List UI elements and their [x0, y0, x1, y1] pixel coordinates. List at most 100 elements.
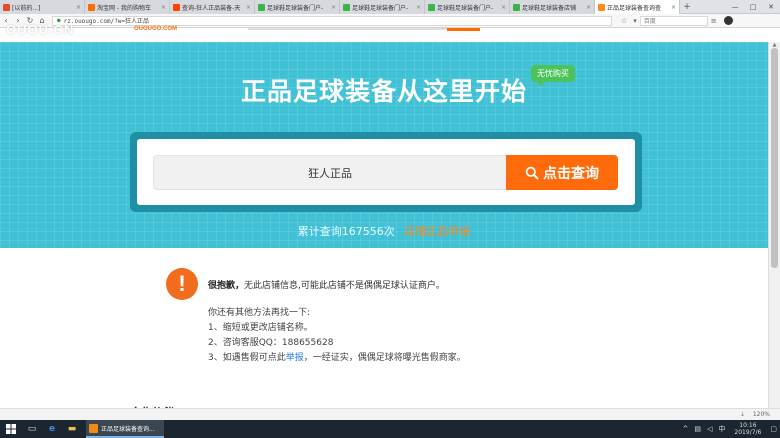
zoom-level[interactable]: 120%: [753, 411, 770, 418]
bookmark-star-icon[interactable]: ☆: [621, 17, 627, 25]
edge-icon[interactable]: e: [42, 420, 62, 438]
windows-logo-icon: [6, 424, 16, 434]
stats-suffix: 次: [383, 225, 395, 238]
scrollbar-thumb[interactable]: [771, 48, 778, 268]
browser-tab[interactable]: 足球鞋足球装备店铺 ×: [510, 0, 595, 14]
tab-favicon-icon: [513, 3, 520, 11]
notification-icon[interactable]: ▢: [770, 425, 777, 433]
search-button[interactable]: 点击查询: [506, 155, 618, 190]
browser-status-bar: ⇣ 120%: [0, 408, 780, 420]
tip-3-prefix: 3、如遇售假可点此: [208, 353, 286, 363]
warning-icon: !: [166, 268, 198, 300]
tray-arrow-icon[interactable]: ^: [683, 425, 689, 433]
customer-service-qq: 188655628: [281, 338, 334, 348]
taskbar-browser-app[interactable]: 正品足球装备查询...: [86, 420, 164, 438]
profile-avatar[interactable]: [723, 16, 733, 25]
ime-icon[interactable]: 中: [718, 424, 725, 434]
tab-title: 足球鞋足球装备门户-: [437, 4, 494, 12]
browser-tab-bar: [以前的...] × 淘宝网 - 我的购物车 × 查询-狂人正品装备-天 × 足球鞋足球装备…: [0, 0, 780, 14]
tab-title: 足球鞋足球装备门户-: [267, 4, 324, 12]
browser-tab[interactable]: 淘宝网 - 我的购物车 ×: [85, 0, 170, 14]
tab-favicon-icon: [173, 3, 180, 11]
result-message: 很抱歉，无此店铺信息,可能此店铺不是偶偶足球认证商户。: [208, 278, 445, 291]
system-tray: ^ ▤ ◁ 中 10:16 2019/7/6 ▢: [680, 422, 780, 436]
dropdown-icon[interactable]: ▾: [633, 17, 637, 25]
tab-favicon-icon: [428, 3, 435, 11]
browser-tab[interactable]: 足球鞋足球装备门户- ×: [255, 0, 340, 14]
task-view-icon[interactable]: ▭: [22, 420, 42, 438]
close-window-button[interactable]: ✕: [762, 0, 780, 13]
browser-tab[interactable]: 正品足球装备查询查 ×: [595, 0, 680, 14]
tab-title: 足球鞋足球装备门户-: [352, 4, 409, 12]
shop-search-input[interactable]: 狂人正品: [153, 155, 506, 190]
stats-count: 167556: [341, 225, 384, 238]
tab-close-icon[interactable]: ×: [584, 4, 591, 11]
tip-1: 1、缩短或更改店铺名称。: [208, 323, 313, 333]
windows-start-icon[interactable]: [0, 420, 22, 438]
search-tips: 你还有其他方法再找一下: 1、缩短或更改店铺名称。 2、咨询客服QQ：18865…: [208, 306, 466, 366]
search-engine-box[interactable]: 百度: [639, 15, 708, 26]
window-controls: — □ ✕: [726, 0, 780, 13]
tab-favicon-icon: [598, 3, 605, 11]
windows-taskbar: ▭ e ▬ 正品足球装备查询... ^ ▤ ◁ 中 10:16 2019/7/6…: [0, 420, 780, 438]
tab-favicon-icon: [88, 3, 95, 11]
hero-title: 正品足球装备从这里开始: [240, 77, 527, 106]
new-tab-button[interactable]: +: [680, 0, 694, 13]
address-bar-tools: ☆ ▾ 百度 ≡: [618, 15, 733, 26]
browser-app-icon: [89, 423, 98, 433]
tab-close-icon[interactable]: ×: [499, 4, 506, 11]
sorry-label: 很抱歉，: [208, 281, 245, 291]
clock-date: 2019/7/6: [734, 429, 762, 436]
tab-title: 足球鞋足球装备店铺: [522, 4, 577, 12]
search-input-value: 狂人正品: [308, 166, 352, 180]
search-icon: [525, 166, 539, 179]
tip-3-suffix: ，一经证实，偶偶足球将曝光售假商家。: [303, 353, 466, 363]
taskbar-app-title: 正品足球装备查询...: [101, 425, 155, 433]
tab-favicon-icon: [3, 3, 10, 11]
search-engine-label: 百度: [643, 18, 656, 25]
url-input[interactable]: ● rz.ouougo.com/?w=狂人正品: [52, 15, 612, 26]
browser-tab[interactable]: 足球鞋足球装备门户- ×: [425, 0, 510, 14]
report-link[interactable]: 举报: [286, 353, 304, 363]
volume-icon[interactable]: ◁: [707, 425, 712, 433]
address-bar: ‹ › ↻ ⌂ ● rz.ouougo.com/?w=狂人正品 ☆ ▾ 百度 ≡: [0, 14, 780, 28]
search-button-label: 点击查询: [543, 165, 599, 182]
maximize-button[interactable]: □: [744, 0, 762, 13]
vertical-scrollbar[interactable]: ▲: [768, 42, 780, 420]
browser-tab[interactable]: 足球鞋足球装备门户- ×: [340, 0, 425, 14]
url-text: rz.ouougo.com/?w=狂人正品: [63, 18, 150, 25]
tab-title: 查询-狂人正品装备-天: [182, 4, 241, 12]
clock-time: 10:16: [739, 422, 757, 429]
tab-close-icon[interactable]: ×: [414, 4, 421, 11]
tab-close-icon[interactable]: ×: [74, 4, 81, 11]
watermark: OUOU.CN: [6, 22, 75, 37]
stats-prefix: 累计查询: [297, 225, 342, 238]
file-explorer-icon[interactable]: ▬: [62, 420, 82, 438]
worry-free-badge: 无忧购买: [531, 65, 575, 86]
tab-close-icon[interactable]: ×: [244, 4, 251, 11]
menu-icon[interactable]: ≡: [711, 17, 717, 25]
tab-title: 淘宝网 - 我的购物车: [97, 4, 151, 12]
browser-tab[interactable]: [以前的...] ×: [0, 0, 85, 14]
tab-title: 正品足球装备查询查: [607, 4, 662, 12]
browser-tab[interactable]: 查询-狂人正品装备-天 ×: [170, 0, 255, 14]
taskbar-clock[interactable]: 10:16 2019/7/6: [734, 422, 761, 436]
query-stats: 累计查询167556次 店铺正品申报: [0, 223, 768, 239]
tip-3: 3、如遇售假可点此举报，一经证实，偶偶足球将曝光售假商家。: [208, 351, 466, 366]
header-search-button[interactable]: [447, 28, 480, 31]
tip-2-prefix: 2、咨询客服QQ：: [208, 338, 282, 348]
tab-favicon-icon: [258, 3, 265, 11]
minimize-button[interactable]: —: [726, 0, 744, 13]
header-search-underline: [248, 28, 448, 30]
tab-close-icon[interactable]: ×: [329, 4, 336, 11]
network-icon[interactable]: ▤: [694, 425, 701, 433]
shop-apply-link[interactable]: 店铺正品申报: [404, 225, 470, 238]
site-logo-url[interactable]: OUOUGO.COM: [134, 26, 177, 32]
site-header: [0, 28, 780, 42]
tab-close-icon[interactable]: ×: [159, 4, 166, 11]
tab-title: [以前的...]: [12, 4, 41, 12]
not-found-message: 无此店铺信息,可能此店铺不是偶偶足球认证商户。: [244, 281, 445, 291]
download-icon[interactable]: ⇣: [740, 411, 745, 418]
tab-favicon-icon: [343, 3, 350, 11]
tab-close-icon[interactable]: ×: [669, 4, 676, 11]
